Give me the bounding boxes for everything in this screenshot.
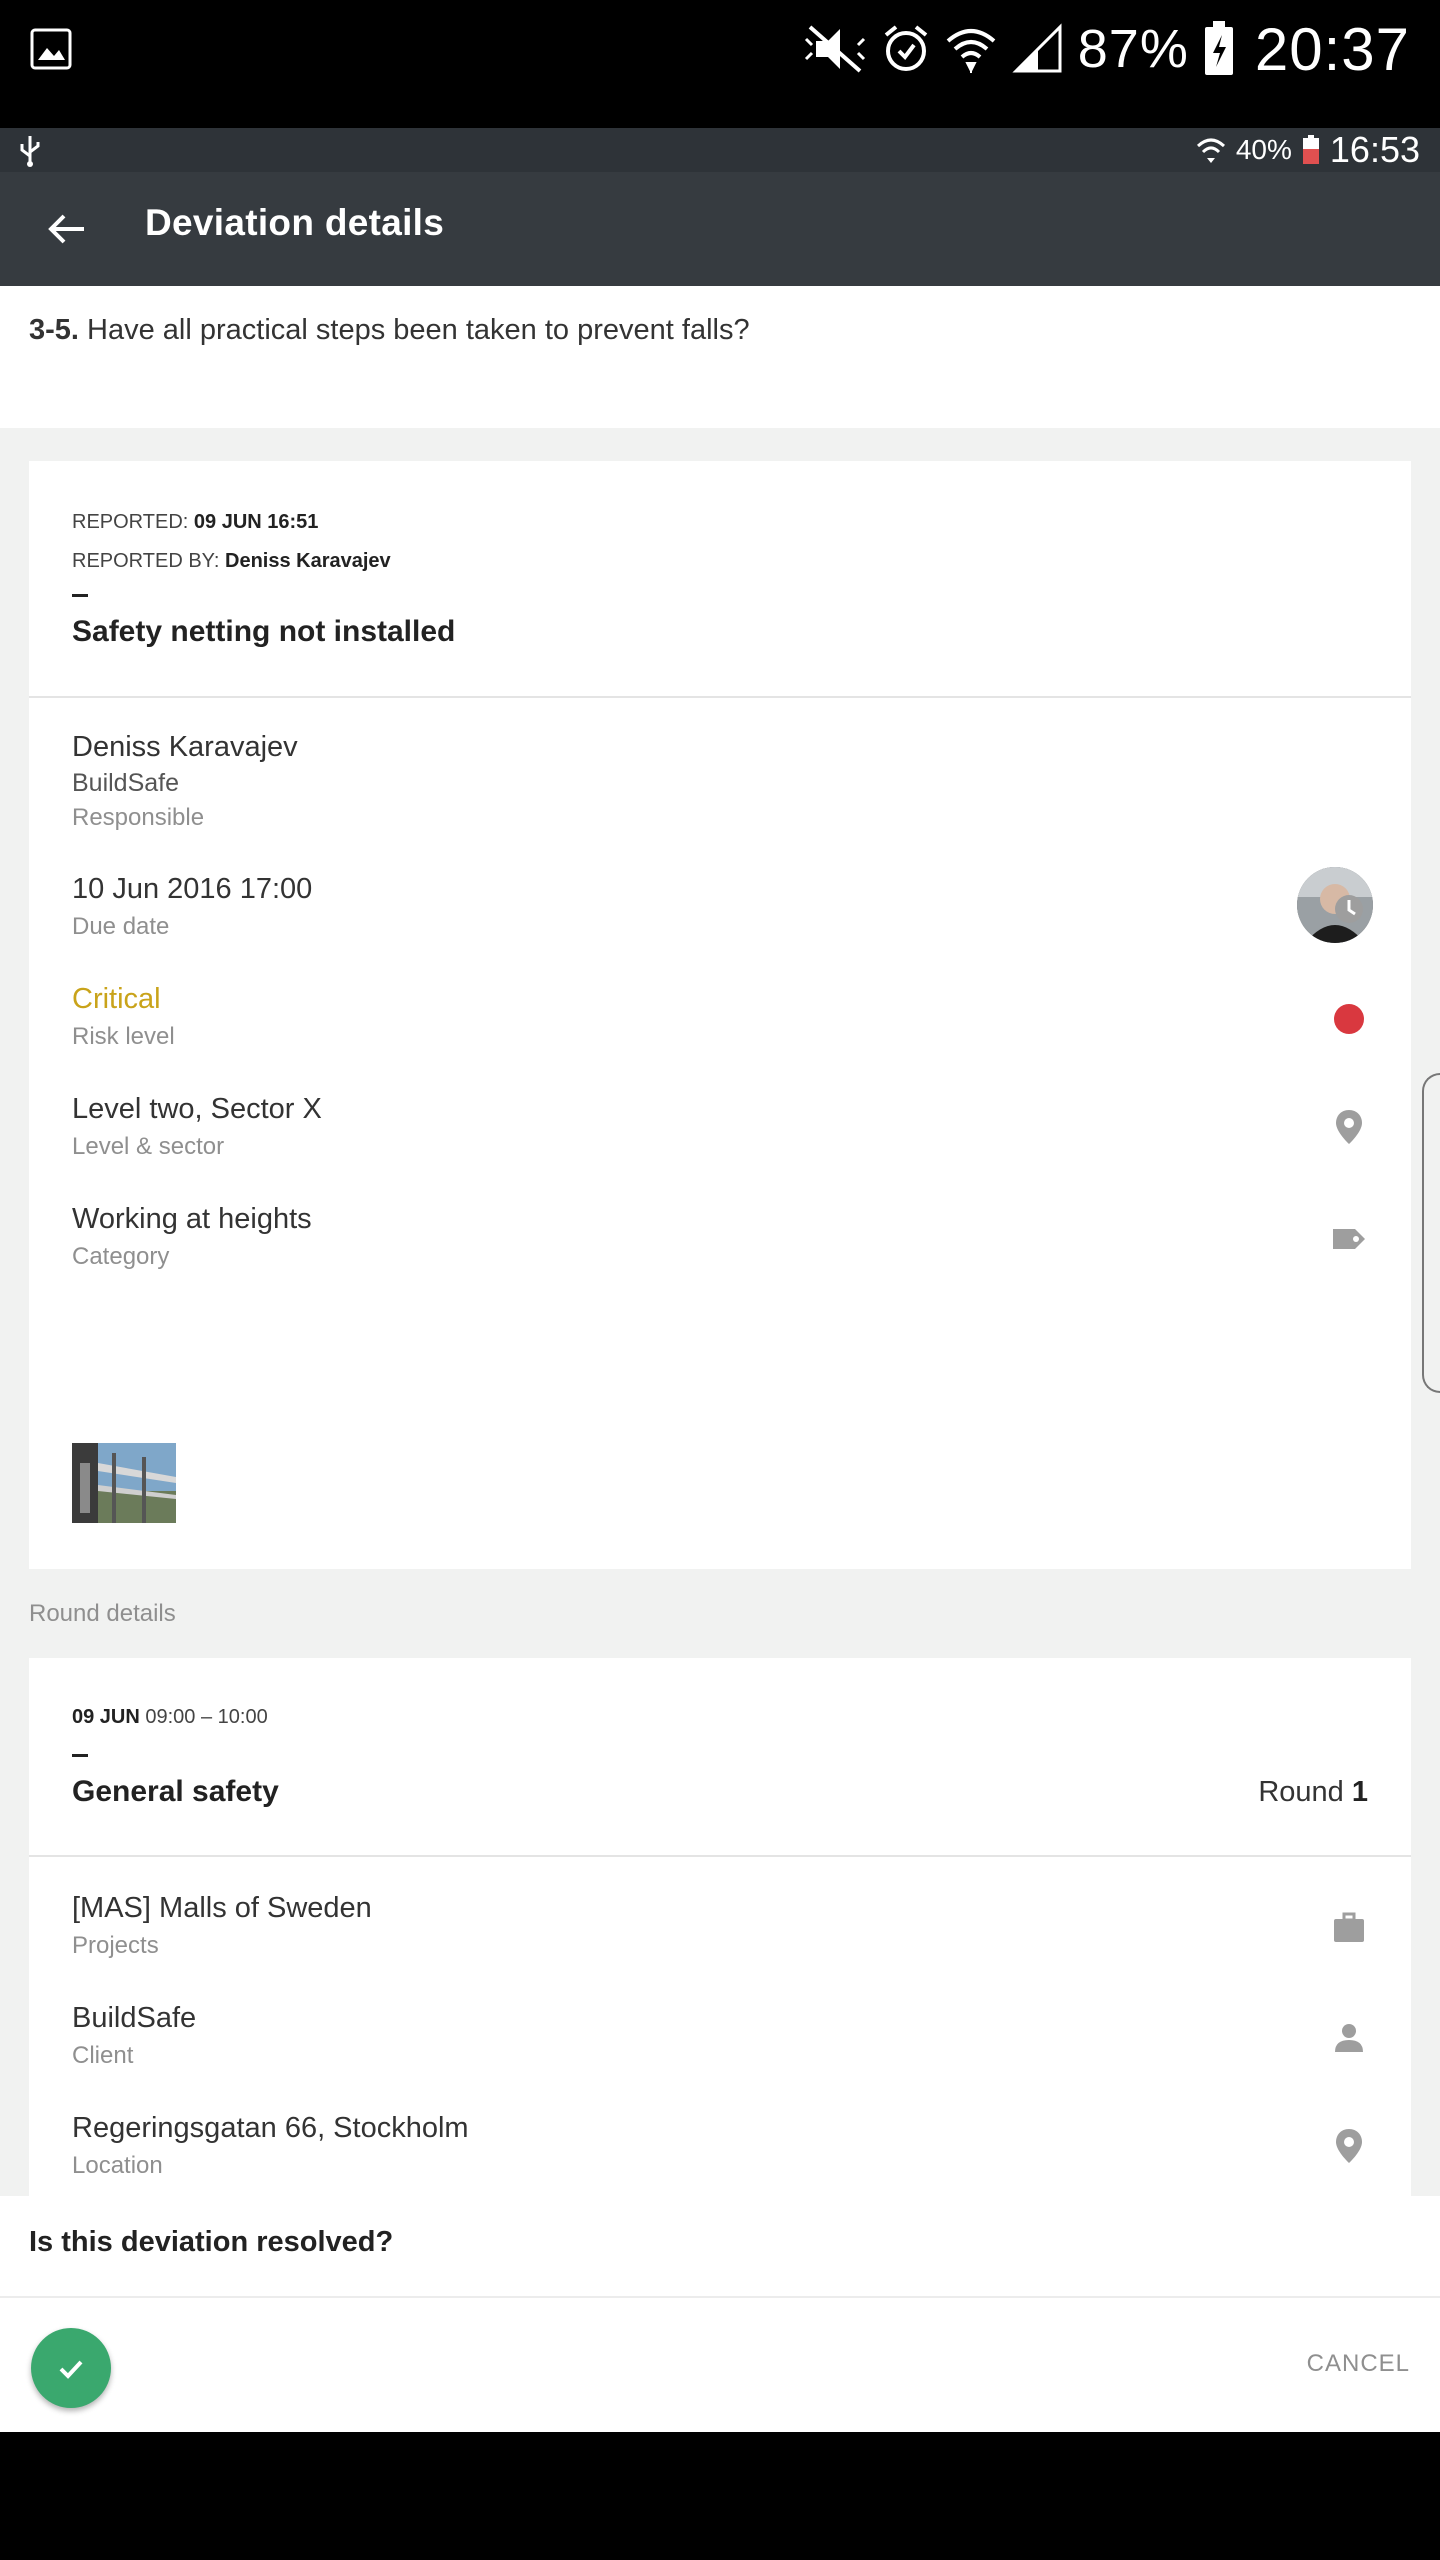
round-date-line: 09 JUN 09:00 – 10:00 xyxy=(72,1706,268,1729)
wifi-icon xyxy=(946,29,996,74)
level-sector-value: Level two, Sector X xyxy=(72,1093,322,1125)
app-screen: 40% 16:53 Deviation details 3-5. Have al… xyxy=(0,128,1440,2432)
resolve-actions: CANCEL xyxy=(0,2296,1440,2432)
briefcase-icon xyxy=(1334,1912,1364,1942)
battery-icon xyxy=(1302,135,1319,164)
due-date-value: 10 Jun 2016 17:00 xyxy=(72,873,313,905)
reported-value: 09 JUN 16:51 xyxy=(193,511,319,533)
separator-dash xyxy=(72,1754,88,1757)
deviation-title: Safety netting not installed xyxy=(72,615,456,648)
deviation-photo-thumbnail[interactable] xyxy=(72,1443,176,1523)
reported-by-value: Deniss Karavajev xyxy=(225,550,391,572)
question-number: 3-5. xyxy=(29,314,79,346)
location-pin-icon xyxy=(1336,2129,1362,2163)
level-sector-label: Level & sector xyxy=(72,1133,225,1160)
risk-level-value: Critical xyxy=(72,983,161,1015)
gallery-icon xyxy=(30,28,72,70)
app-status-bar: 40% 16:53 xyxy=(0,128,1440,172)
project-value: [MAS] Malls of Sweden xyxy=(72,1892,372,1925)
client-label: Client xyxy=(72,2042,134,2069)
check-icon xyxy=(59,2360,83,2379)
device-clock: 20:37 xyxy=(1254,15,1410,83)
round-number: 1 xyxy=(1351,1776,1368,1808)
app-bar: Deviation details xyxy=(0,172,1440,286)
page-title: Deviation details xyxy=(145,202,445,243)
project-label: Projects xyxy=(72,1932,159,1959)
round-card: 09 JUN 09:00 – 10:00 General safety Roun… xyxy=(29,1658,1411,2238)
resolve-prompt: Is this deviation resolved? xyxy=(0,2196,1440,2296)
category-value: Working at heights xyxy=(72,1203,312,1235)
app-clock: 16:53 xyxy=(1329,129,1420,170)
separator-dash xyxy=(72,594,88,597)
tag-icon xyxy=(1333,1229,1365,1249)
person-icon xyxy=(1335,2024,1363,2052)
edge-panel-handle[interactable] xyxy=(1422,1073,1440,1393)
round-label-text: Round xyxy=(1258,1776,1344,1808)
project-code: [MAS] xyxy=(72,1892,151,1924)
divider xyxy=(29,1855,1411,1857)
round-number-label: Round 1 xyxy=(1258,1776,1368,1809)
signal-icon xyxy=(1012,23,1062,73)
project-name: Malls of Sweden xyxy=(159,1892,372,1924)
reported-line: REPORTED: 09 JUN 16:51 xyxy=(72,511,318,534)
clock-icon xyxy=(1335,895,1363,923)
device-battery-percent: 87% xyxy=(1077,19,1189,79)
due-date-label: Due date xyxy=(72,913,170,940)
question-text: 3-5. Have all practical steps been taken… xyxy=(29,314,750,347)
risk-level-label: Risk level xyxy=(72,1023,175,1050)
reported-by-line: REPORTED BY: Deniss Karavajev xyxy=(72,550,391,573)
reported-label: REPORTED: xyxy=(72,511,189,533)
wifi-icon xyxy=(1196,138,1225,163)
responsible-name: Deniss Karavajev xyxy=(72,731,298,763)
location-value: Regeringsgatan 66, Stockholm xyxy=(72,2112,469,2144)
responsible-label: Responsible xyxy=(72,804,205,831)
back-arrow-icon[interactable] xyxy=(44,206,90,252)
cancel-button[interactable]: CANCEL xyxy=(1307,2350,1410,2378)
round-details-section-label: Round details xyxy=(29,1600,176,1627)
deviation-card: REPORTED: 09 JUN 16:51 REPORTED BY: Deni… xyxy=(29,461,1411,1569)
location-pin-icon xyxy=(1336,1110,1362,1144)
confirm-resolved-button[interactable] xyxy=(31,2328,111,2408)
responsible-company: BuildSafe xyxy=(72,769,180,797)
round-time-range: 09:00 – 10:00 xyxy=(145,1706,268,1728)
device-bottom-bezel xyxy=(0,2432,1440,2560)
category-label: Category xyxy=(72,1243,170,1270)
battery-icon xyxy=(1204,21,1233,75)
location-label: Location xyxy=(72,2152,163,2179)
app-battery-percent: 40% xyxy=(1235,134,1292,165)
resolve-question: Is this deviation resolved? xyxy=(29,2226,394,2258)
reported-by-label: REPORTED BY: xyxy=(72,550,220,572)
client-value: BuildSafe xyxy=(72,2002,197,2034)
mute-icon xyxy=(804,25,865,73)
question-label: Have all practical steps been taken to p… xyxy=(87,314,750,346)
round-title: General safety xyxy=(72,1775,279,1808)
question-header: 3-5. Have all practical steps been taken… xyxy=(0,286,1440,428)
divider xyxy=(29,696,1411,698)
usb-icon xyxy=(20,136,40,167)
alarm-icon xyxy=(884,25,927,71)
device-status-bar: 87% 20:37 xyxy=(0,0,1440,128)
round-date: 09 JUN xyxy=(72,1706,140,1728)
risk-dot-icon xyxy=(1334,1004,1364,1034)
